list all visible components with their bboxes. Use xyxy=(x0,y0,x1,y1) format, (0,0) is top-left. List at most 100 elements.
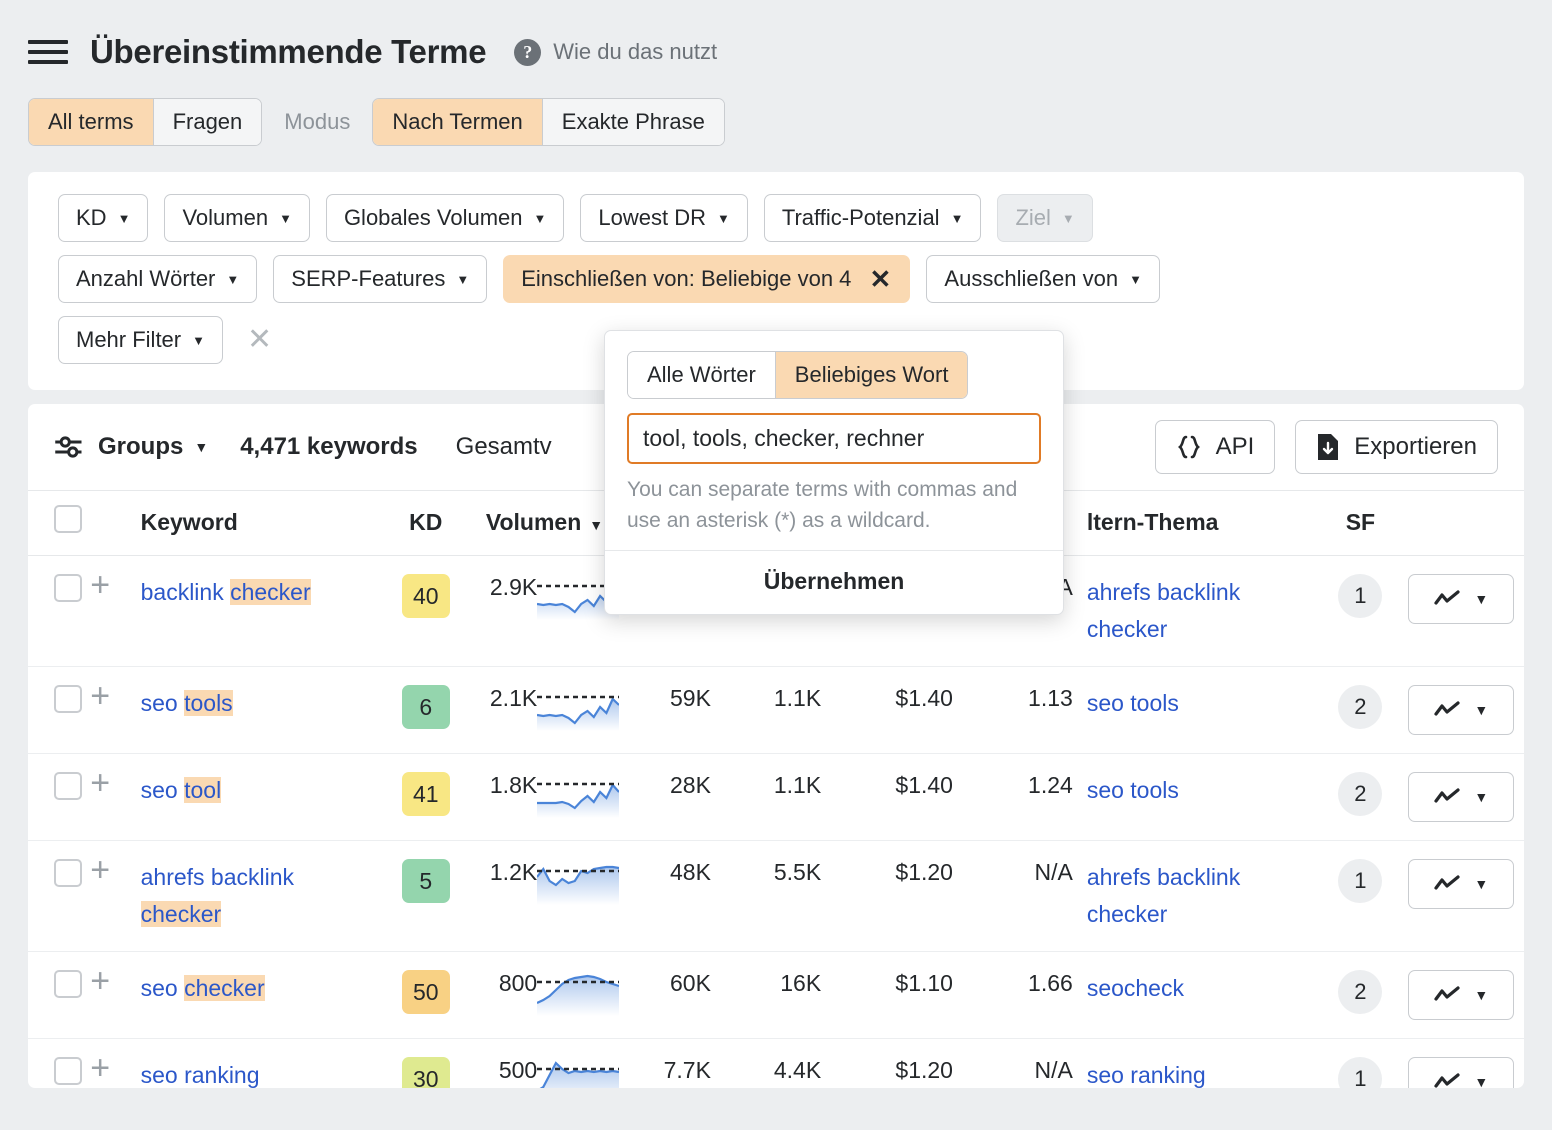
toggle-alle-woerter[interactable]: Alle Wörter xyxy=(628,352,775,398)
tab-exakte-phrase[interactable]: Exakte Phrase xyxy=(542,99,724,145)
filter-serp-features[interactable]: SERP-Features ▼ xyxy=(273,255,487,303)
kd-cell: 50 xyxy=(380,952,471,1039)
curly-braces-icon xyxy=(1176,434,1202,460)
row-checkbox[interactable] xyxy=(54,574,82,602)
update-button[interactable]: ▼ xyxy=(1408,970,1514,1020)
col-keyword[interactable]: Keyword xyxy=(141,491,381,556)
filter-kd[interactable]: KD ▼ xyxy=(58,194,148,242)
kd-badge: 5 xyxy=(402,859,450,903)
api-label: API xyxy=(1216,433,1255,461)
parent-topic-link[interactable]: seo tools xyxy=(1087,777,1179,803)
keyword-link[interactable]: seo tools xyxy=(141,690,233,716)
filter-globales-volumen[interactable]: Globales Volumen ▼ xyxy=(326,194,564,242)
hamburger-menu-icon[interactable] xyxy=(28,37,68,67)
filter-kd-label: KD xyxy=(76,205,107,231)
add-to-list-icon[interactable]: + xyxy=(90,851,110,889)
parent-topic-link[interactable]: seocheck xyxy=(1087,975,1184,1001)
global-volume-cell: 48K xyxy=(603,841,711,952)
sf-badge: 1 xyxy=(1338,574,1382,618)
filter-ausschliessen-von[interactable]: Ausschließen von ▼ xyxy=(926,255,1160,303)
kd-cell: 6 xyxy=(380,667,471,754)
close-icon[interactable]: ✕ xyxy=(851,255,909,303)
sf-badge: 2 xyxy=(1338,970,1382,1014)
chevron-down-icon: ▼ xyxy=(1474,591,1488,607)
tab-nach-termen[interactable]: Nach Termen xyxy=(373,99,541,145)
add-to-list-icon[interactable]: + xyxy=(90,764,110,802)
filter-volumen[interactable]: Volumen ▼ xyxy=(164,194,310,242)
row-add-cell: + xyxy=(90,1039,140,1089)
export-button[interactable]: Exportieren xyxy=(1295,420,1498,474)
filter-mehr-filter[interactable]: Mehr Filter ▼ xyxy=(58,316,223,364)
filter-anzahl-woerter-label: Anzahl Wörter xyxy=(76,266,215,292)
update-cell: ▼ xyxy=(1408,952,1524,1039)
table-row: + seo tools 6 2.1K 59K 1.1K $1.40 1.13 s… xyxy=(28,667,1524,754)
cpc-cell: $1.20 xyxy=(821,1039,953,1089)
add-to-list-icon[interactable]: + xyxy=(90,677,110,715)
keyword-cell: ahrefs backlink checker xyxy=(141,841,381,952)
row-checkbox[interactable] xyxy=(54,772,82,800)
keyword-link[interactable]: backlink checker xyxy=(141,579,311,605)
parent-topic-link[interactable]: seo ranking xyxy=(1087,1062,1206,1088)
update-button[interactable]: ▼ xyxy=(1408,1057,1514,1088)
highlighted-term: tool xyxy=(184,777,221,803)
api-button[interactable]: API xyxy=(1155,420,1276,474)
keyword-cell: seo tool xyxy=(141,754,381,841)
update-cell: ▼ xyxy=(1408,556,1524,667)
sf-badge: 2 xyxy=(1338,685,1382,729)
col-volumen[interactable]: Volumen▼ xyxy=(471,491,603,556)
filter-einschliessen-von[interactable]: Einschließen von: Beliebige von 4 ✕ xyxy=(503,255,910,303)
kd-cell: 40 xyxy=(380,556,471,667)
row-checkbox[interactable] xyxy=(54,970,82,998)
filter-anzahl-woerter[interactable]: Anzahl Wörter ▼ xyxy=(58,255,257,303)
trend-chart-icon xyxy=(1434,986,1460,1004)
col-parent-topic[interactable]: ltern-Thema xyxy=(1073,491,1313,556)
row-select-cell xyxy=(28,667,90,754)
include-terms-input[interactable] xyxy=(627,413,1041,464)
row-checkbox[interactable] xyxy=(54,1057,82,1085)
select-all-checkbox[interactable] xyxy=(54,505,82,533)
how-to-use-link[interactable]: ? Wie du das nutzt xyxy=(514,39,717,66)
parent-topic-link[interactable]: ahrefs backlink checker xyxy=(1087,579,1240,642)
parent-topic-link[interactable]: seo tools xyxy=(1087,690,1179,716)
update-button[interactable]: ▼ xyxy=(1408,859,1514,909)
filter-ziel: Ziel ▼ xyxy=(997,194,1092,242)
add-to-list-icon[interactable]: + xyxy=(90,1049,110,1087)
toggle-beliebiges-wort[interactable]: Beliebiges Wort xyxy=(775,352,968,398)
row-checkbox[interactable] xyxy=(54,685,82,713)
sf-cell: 1 xyxy=(1312,556,1408,667)
keyword-link[interactable]: seo tool xyxy=(141,777,222,803)
col-kd[interactable]: KD xyxy=(380,491,471,556)
filter-traffic-potenzial[interactable]: Traffic-Potenzial ▼ xyxy=(764,194,982,242)
filter-lowest-dr[interactable]: Lowest DR ▼ xyxy=(580,194,747,242)
add-to-list-icon[interactable]: + xyxy=(90,566,110,604)
add-to-list-icon[interactable]: + xyxy=(90,962,110,1000)
tab-fragen[interactable]: Fragen xyxy=(153,99,262,145)
filter-row-2: Anzahl Wörter ▼ SERP-Features ▼ Einschli… xyxy=(58,255,1494,303)
table-row: + seo checker 50 800 60K 16K $1.10 1.66 … xyxy=(28,952,1524,1039)
apply-button[interactable]: Übernehmen xyxy=(605,550,1063,614)
groups-button[interactable]: Groups ▼ xyxy=(54,433,208,461)
row-checkbox[interactable] xyxy=(54,859,82,887)
traffic-potential-cell: 16K xyxy=(711,952,821,1039)
kd-cell: 41 xyxy=(380,754,471,841)
kd-badge: 50 xyxy=(402,970,450,1014)
traffic-potential-cell: 1.1K xyxy=(711,754,821,841)
clear-filters-x-icon[interactable]: ✕ xyxy=(247,325,272,355)
update-button[interactable]: ▼ xyxy=(1408,574,1514,624)
col-sf[interactable]: SF xyxy=(1312,491,1408,556)
parent-topic-link[interactable]: ahrefs backlink checker xyxy=(1087,864,1240,927)
volume-cell: 800 xyxy=(471,952,537,1039)
sliders-icon xyxy=(54,434,84,460)
keyword-link[interactable]: ahrefs backlink checker xyxy=(141,864,294,927)
update-button[interactable]: ▼ xyxy=(1408,685,1514,735)
keyword-link[interactable]: seo checker xyxy=(141,975,265,1001)
volume-cell: 1.8K xyxy=(471,754,537,841)
keyword-link[interactable]: seo ranking xyxy=(141,1062,260,1088)
cps-cell: 1.66 xyxy=(953,952,1073,1039)
tab-all-terms[interactable]: All terms xyxy=(29,99,153,145)
cps-cell: 1.24 xyxy=(953,754,1073,841)
update-button[interactable]: ▼ xyxy=(1408,772,1514,822)
popup-body: Alle Wörter Beliebiges Wort You can sepa… xyxy=(605,331,1063,550)
keyword-cell: backlink checker xyxy=(141,556,381,667)
question-mark-icon: ? xyxy=(514,39,541,66)
